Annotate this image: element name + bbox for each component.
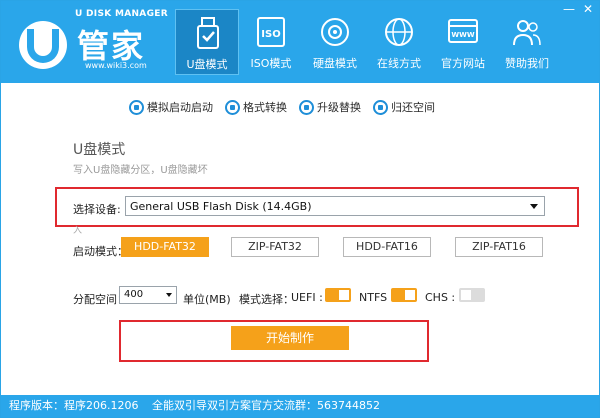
tool-restore[interactable]: 归还空间 (373, 99, 435, 115)
group-text: 全能双引导双引方案官方交流群：563744852 (152, 399, 380, 412)
toggle-knob (405, 290, 415, 300)
tool-upgrade-label: 升级替换 (317, 101, 361, 114)
nav-usb-mode[interactable]: U盘模式 (175, 9, 239, 75)
tool-convert-label: 格式转换 (243, 101, 287, 114)
tool-simulate-label: 模拟启动启动 (147, 101, 213, 114)
iso-disc-icon: ISO (257, 17, 285, 47)
hard-disk-icon (321, 18, 349, 46)
ntfs-toggle[interactable] (391, 288, 417, 302)
boot-zip-fat16[interactable]: ZIP-FAT16 (455, 237, 543, 257)
mode-title: U盘模式 (73, 142, 126, 158)
unit-label: 单位(MB) (183, 293, 231, 306)
uefi-label: UEFI : (291, 291, 323, 304)
header-bar: U DISK MANAGER 管家 www.wiki3.com U盘模式 ISO (1, 1, 599, 83)
globe-icon (385, 18, 413, 46)
mode-select-label: 模式选择： (239, 293, 294, 306)
logo-url: www.wiki3.com (85, 61, 147, 70)
convert-icon (225, 99, 240, 115)
ntfs-label: NTFS (359, 291, 388, 304)
boot-hdd-fat16[interactable]: HDD-FAT16 (343, 237, 431, 257)
device-hint: 入 (73, 226, 83, 236)
logo-u-icon (27, 29, 59, 63)
boot-hdd-fat32[interactable]: HDD-FAT32 (121, 237, 209, 257)
tool-simulate[interactable]: 模拟启动启动 (129, 99, 213, 115)
restore-icon (373, 99, 388, 115)
nav-iso-mode[interactable]: ISO ISO模式 (239, 9, 303, 75)
tool-restore-label: 归还空间 (391, 101, 435, 114)
boot-mode-label: 启动模式： (73, 245, 128, 258)
toggle-knob (461, 290, 471, 300)
window-controls: — ✕ (563, 3, 593, 15)
uefi-toggle[interactable] (325, 288, 351, 302)
nav-iso-mode-label: ISO模式 (250, 57, 292, 70)
simulate-icon (129, 99, 144, 115)
chevron-down-icon (530, 204, 538, 209)
boot-zip-fat32[interactable]: ZIP-FAT32 (231, 237, 319, 257)
upgrade-icon (299, 99, 314, 115)
app-window: U DISK MANAGER 管家 www.wiki3.com U盘模式 ISO (0, 0, 600, 418)
mode-description: 写入U盘隐藏分区，U盘隐藏坏 (73, 165, 208, 176)
toggle-knob (339, 290, 349, 300)
device-select[interactable]: General USB Flash Disk (14.4GB) (125, 196, 545, 216)
close-button[interactable]: ✕ (583, 3, 593, 15)
logo-english: U DISK MANAGER (75, 9, 168, 19)
minimize-button[interactable]: — (563, 3, 575, 15)
svg-text:ISO: ISO (261, 29, 280, 40)
nav-online-label: 在线方式 (377, 57, 421, 70)
version-text: 程序版本：程序206.1206 (9, 399, 139, 412)
alloc-size-select[interactable]: 400 (119, 286, 177, 304)
nav-sponsor-label: 赞助我们 (505, 57, 549, 70)
chs-label: CHS : (425, 291, 456, 304)
people-icon (513, 20, 541, 46)
nav-hdd-mode[interactable]: 硬盘模式 (303, 9, 367, 75)
nav-usb-mode-label: U盘模式 (186, 58, 228, 71)
chs-toggle[interactable] (459, 288, 485, 302)
alloc-size-value: 400 (124, 289, 144, 300)
nav-sponsor[interactable]: 赞助我们 (495, 9, 559, 75)
status-bar: 程序版本：程序206.1206 全能双引导双引方案官方交流群：563744852 (1, 395, 599, 417)
nav-website[interactable]: WWW 官方网站 (431, 9, 495, 75)
nav-hdd-mode-label: 硬盘模式 (313, 57, 357, 70)
nav-online[interactable]: 在线方式 (367, 9, 431, 75)
svg-text:WWW: WWW (451, 31, 474, 39)
nav-website-label: 官方网站 (441, 57, 485, 70)
tool-upgrade[interactable]: 升级替换 (299, 99, 361, 115)
start-button[interactable]: 开始制作 (231, 326, 349, 350)
usb-drive-icon (197, 17, 219, 49)
website-icon: WWW (448, 19, 478, 43)
tool-convert[interactable]: 格式转换 (225, 99, 287, 115)
device-label: 选择设备: (73, 203, 121, 216)
logo: U DISK MANAGER 管家 www.wiki3.com (13, 9, 173, 73)
device-select-value: General USB Flash Disk (14.4GB) (130, 200, 312, 213)
chevron-down-icon (166, 293, 172, 297)
toolbar: 模拟启动启动 格式转换 升级替换 归还空间 (129, 97, 447, 117)
main-nav: U盘模式 ISO ISO模式 硬盘模式 在线方式 WWW 官方网站 赞助我们 (175, 9, 559, 75)
